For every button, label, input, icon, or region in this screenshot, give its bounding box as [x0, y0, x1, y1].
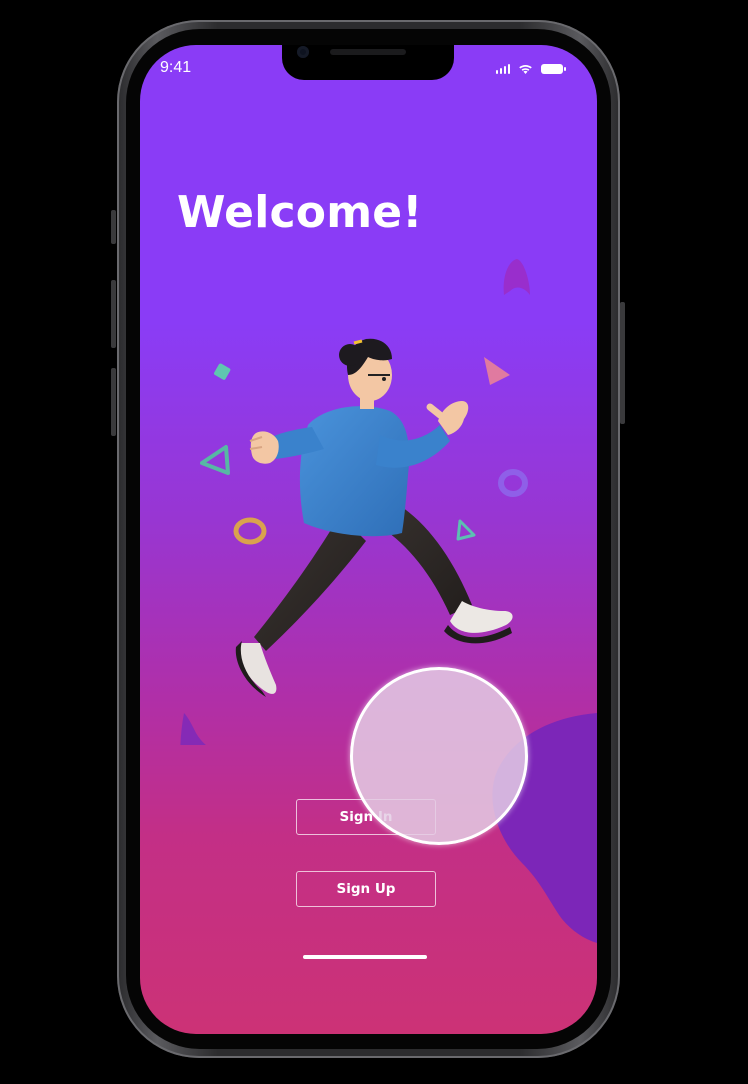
power-button	[620, 302, 625, 424]
front-camera	[297, 46, 309, 58]
volume-up-button	[111, 280, 116, 348]
app-screen: 9:41 Welcome! Sign In Sign Up	[140, 45, 597, 1034]
status-time: 9:41	[160, 59, 192, 76]
status-icons	[495, 62, 566, 74]
earpiece-speaker	[330, 49, 406, 55]
volume-down-button	[111, 368, 116, 436]
touch-indicator	[350, 667, 528, 845]
sign-up-button[interactable]: Sign Up	[296, 871, 436, 907]
silent-switch	[111, 210, 116, 244]
battery-icon	[541, 64, 566, 74]
home-indicator[interactable]	[303, 955, 427, 959]
notch	[282, 45, 454, 80]
welcome-title: Welcome!	[177, 187, 423, 238]
running-person-illustration	[180, 259, 530, 745]
wifi-icon	[519, 64, 532, 74]
cellular-signal-icon	[495, 64, 510, 74]
